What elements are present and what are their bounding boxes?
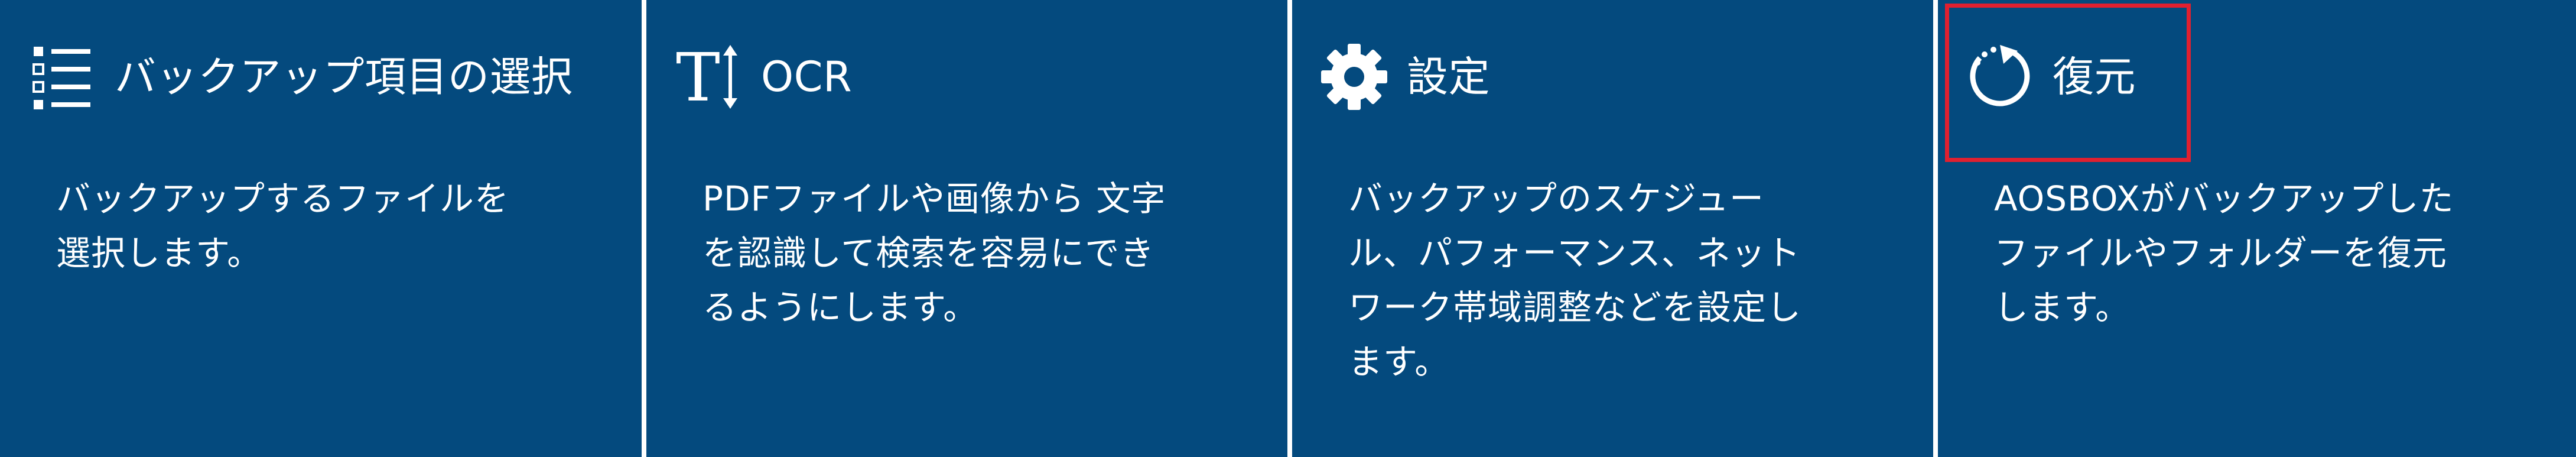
tile-settings[interactable]: 設定 バックアップのスケジュール、パフォーマンス、ネットワーク帯域調整などを設定… (1292, 0, 1933, 457)
text-size-icon: T (670, 41, 747, 112)
tile-header: T OCR (670, 41, 852, 112)
list-icon (24, 41, 100, 112)
tile-title: OCR (761, 53, 853, 101)
tile-restore[interactable]: 復元 AOSBOXがバックアップしたファイルやフォルダーを復元します。 (1938, 0, 2576, 457)
tile-ocr[interactable]: T OCR PDFファイルや画像から 文字を認識して検索を容易にできるようにしま… (646, 0, 1287, 457)
tile-backup-selection[interactable]: バックアップ項目の選択 バックアップするファイルを選択します。 (0, 0, 642, 457)
tile-header: 設定 (1316, 41, 1490, 112)
tile-description: PDFファイルや画像から 文字を認識して検索を容易にできるようにします。 (702, 179, 1166, 328)
tile-title: 復元 (2053, 53, 2136, 101)
restore-icon (1962, 41, 2038, 112)
tile-header: 復元 (1962, 41, 2136, 112)
svg-text:T: T (676, 41, 720, 112)
tile-title: 設定 (1407, 53, 1490, 101)
action-tiles-row: バックアップ項目の選択 バックアップするファイルを選択します。 T OCR PD… (0, 0, 2576, 457)
gear-icon (1316, 41, 1393, 112)
tile-description: バックアップするファイルを選択します。 (56, 179, 510, 273)
tile-header: バックアップ項目の選択 (24, 41, 573, 112)
tile-title: バックアップ項目の選択 (115, 53, 573, 101)
tile-description: バックアップのスケジュール、パフォーマンス、ネットワーク帯域調整などを設定します… (1348, 179, 1802, 382)
tile-description: AOSBOXがバックアップしたファイルやフォルダーを復元します。 (1994, 179, 2454, 328)
